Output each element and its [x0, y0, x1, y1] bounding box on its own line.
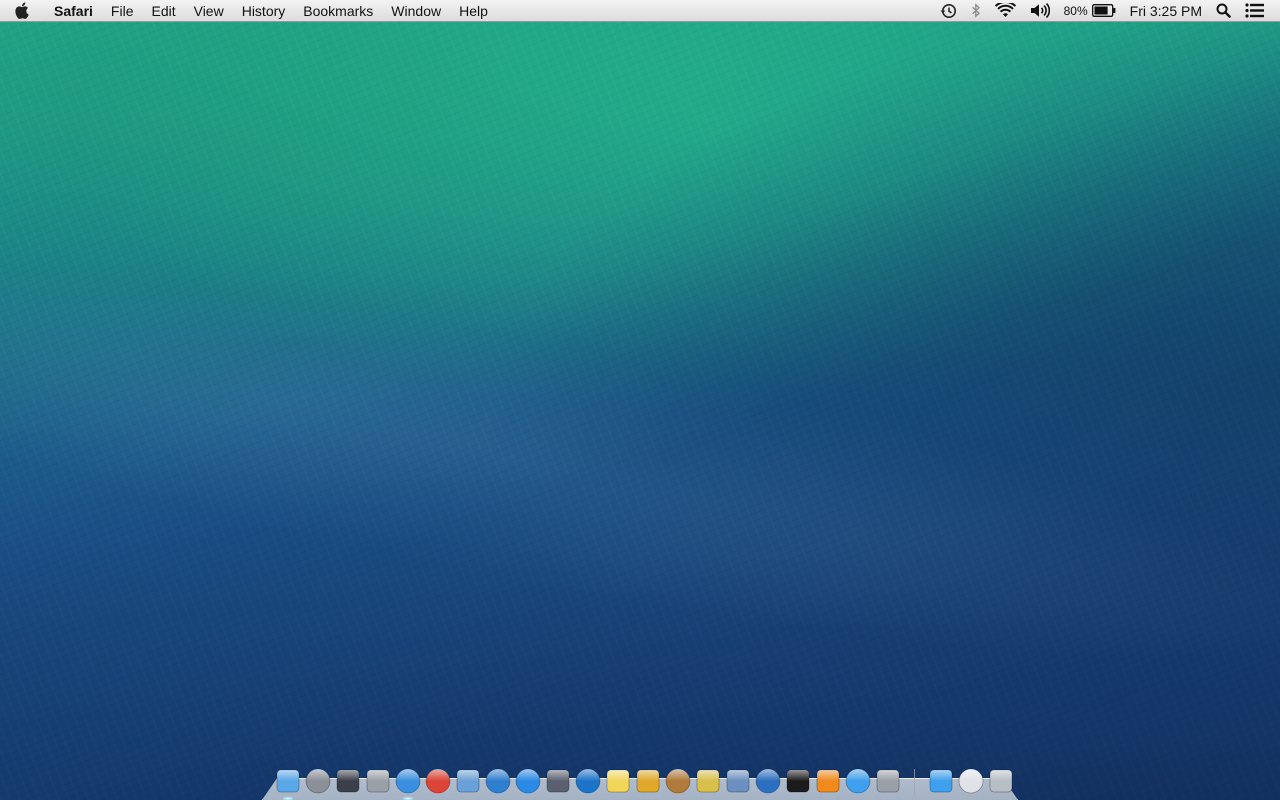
- pineapple-icon[interactable]: [634, 767, 662, 795]
- wifi-icon[interactable]: [988, 0, 1023, 22]
- dock-separator: [914, 769, 915, 795]
- imovie-icon[interactable]: [694, 767, 722, 795]
- battery-percent: 80%: [1063, 3, 1088, 18]
- spotlight-search-icon[interactable]: [1209, 0, 1238, 22]
- terminal-icon[interactable]: [784, 767, 812, 795]
- cloud-app-icon[interactable]: [484, 767, 512, 795]
- wallpaper-texture: [0, 0, 1280, 800]
- safari-icon[interactable]: [394, 767, 422, 800]
- time-machine-icon[interactable]: [932, 0, 964, 22]
- menu-bookmarks[interactable]: Bookmarks: [294, 0, 382, 22]
- menu-help[interactable]: Help: [450, 0, 497, 22]
- photo-app-icon[interactable]: [664, 767, 692, 795]
- stickies-icon[interactable]: [604, 767, 632, 795]
- finder-icon[interactable]: [274, 767, 302, 800]
- system-preferences-icon[interactable]: [364, 767, 392, 795]
- app-store-icon[interactable]: [844, 767, 872, 795]
- virtualbox-icon[interactable]: [724, 767, 752, 795]
- itunes-icon[interactable]: [514, 767, 542, 795]
- menu-bar: Safari File Edit View History Bookmarks …: [0, 0, 1280, 22]
- dock: [262, 762, 1018, 800]
- menu-window[interactable]: Window: [382, 0, 450, 22]
- downloads-stack-icon[interactable]: [957, 767, 985, 795]
- menu-file[interactable]: File: [102, 0, 143, 22]
- chrome-icon[interactable]: [424, 767, 452, 795]
- mission-control-icon[interactable]: [334, 767, 362, 795]
- menu-edit[interactable]: Edit: [142, 0, 184, 22]
- trash-icon[interactable]: [987, 767, 1015, 795]
- menu-bar-left: Safari File Edit View History Bookmarks …: [0, 0, 497, 22]
- battery-icon: [1091, 4, 1116, 17]
- script-editor-icon[interactable]: [544, 767, 572, 795]
- dock-icons: [274, 767, 1015, 800]
- menu-view[interactable]: View: [185, 0, 233, 22]
- vlc-icon[interactable]: [814, 767, 842, 795]
- menu-history[interactable]: History: [233, 0, 295, 22]
- notification-center-icon[interactable]: [1238, 0, 1272, 22]
- launchpad-icon[interactable]: [304, 767, 332, 795]
- facetime-icon[interactable]: [874, 767, 902, 795]
- battery-status[interactable]: 80%: [1057, 0, 1123, 22]
- apple-icon[interactable]: [0, 0, 42, 22]
- clock[interactable]: Fri 3:25 PM: [1123, 0, 1209, 22]
- applications-folder-icon[interactable]: [927, 767, 955, 795]
- quicktime-icon[interactable]: [754, 767, 782, 795]
- preview-icon[interactable]: [454, 767, 482, 795]
- bluetooth-icon[interactable]: [964, 0, 988, 22]
- menu-bar-status: 80% Fri 3:25 PM: [932, 0, 1280, 22]
- volume-icon[interactable]: [1023, 0, 1057, 22]
- zoom-magnifier-icon[interactable]: [574, 767, 602, 795]
- menu-app-name[interactable]: Safari: [42, 0, 102, 22]
